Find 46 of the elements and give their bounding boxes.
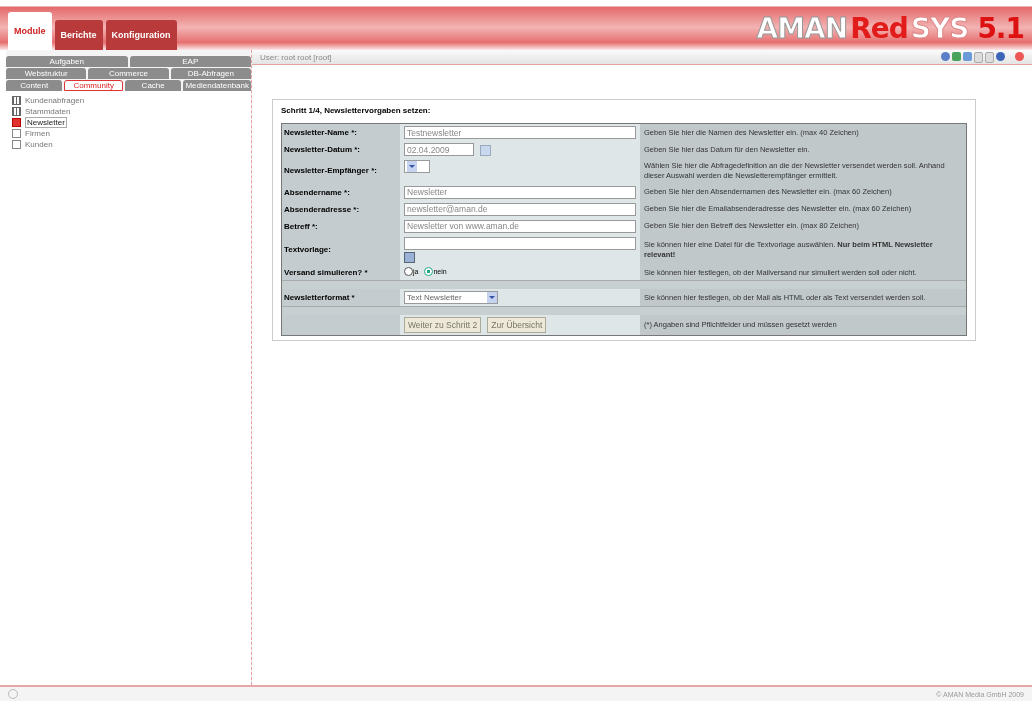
category-tab[interactable]: DB-Abfragen [170, 68, 251, 79]
input-field[interactable]: Newsletter [404, 185, 636, 199]
field-label: Absenderadresse *: [284, 204, 360, 214]
category-tab[interactable]: Webstruktur [6, 68, 87, 79]
field-label: Versand simulieren? * [284, 267, 368, 277]
tree-item[interactable]: Stammdaten [25, 106, 71, 116]
field-label: Textvorlage: [284, 245, 331, 254]
category-tab[interactable]: Content [6, 80, 63, 91]
category-tab[interactable]: EAP [129, 56, 251, 67]
category-tab[interactable]: Commerce [88, 68, 169, 79]
form-button[interactable]: Weiter zu Schritt 2 [404, 317, 482, 334]
field-label: Newsletter-Datum *: [284, 145, 360, 154]
logo-text: SYS [910, 11, 969, 45]
input-field[interactable]: Testnewsletter [404, 126, 636, 139]
field-label: Newsletterformat * [284, 293, 355, 303]
category-tab[interactable]: Mediendatenbank [183, 80, 251, 91]
dropdown[interactable]: Text Newsletter [404, 291, 498, 305]
form-button[interactable]: Zur Übersicht [487, 317, 547, 334]
input-field[interactable]: Newsletter von www.aman.de [404, 219, 636, 233]
logo-text: Red [850, 11, 908, 45]
tree-item[interactable]: Firmen [25, 128, 50, 138]
module-tab[interactable]: Berichte [54, 20, 103, 50]
input-field[interactable]: newsletter@aman.de [404, 202, 636, 216]
logo-text: AMAN [756, 11, 848, 45]
field-label: Absendername *: [284, 187, 350, 197]
category-tab[interactable]: Aufgaben [6, 56, 128, 67]
tree-item[interactable]: Kundenabfragen [25, 95, 85, 105]
form-title: Schritt 1/4, Newslettervorgaben setzen: [281, 105, 432, 117]
radio-button[interactable] [404, 266, 413, 276]
field-label: Newsletter-Empfänger *: [284, 166, 377, 176]
document-icon[interactable] [974, 51, 983, 63]
logo-version: 5.1 [977, 11, 1024, 45]
tree-item[interactable]: Kunden [25, 139, 53, 149]
module-tab[interactable]: Module [8, 12, 52, 50]
field-label: Betreff *: [284, 221, 318, 231]
radio-button[interactable] [424, 266, 434, 276]
category-tab[interactable]: Cache [124, 80, 182, 91]
calendar-icon[interactable] [480, 145, 491, 156]
module-tab[interactable]: Konfiguration [105, 20, 177, 50]
document-icon[interactable] [985, 51, 994, 63]
tree-item[interactable]: Newsletter [25, 116, 67, 128]
date-field[interactable]: 02.04.2009 [404, 143, 474, 156]
file-field[interactable] [404, 236, 636, 250]
field-label: Newsletter-Name *: [284, 128, 357, 137]
dropdown[interactable] [404, 160, 430, 173]
user-label: User: root root [root] [260, 52, 332, 62]
